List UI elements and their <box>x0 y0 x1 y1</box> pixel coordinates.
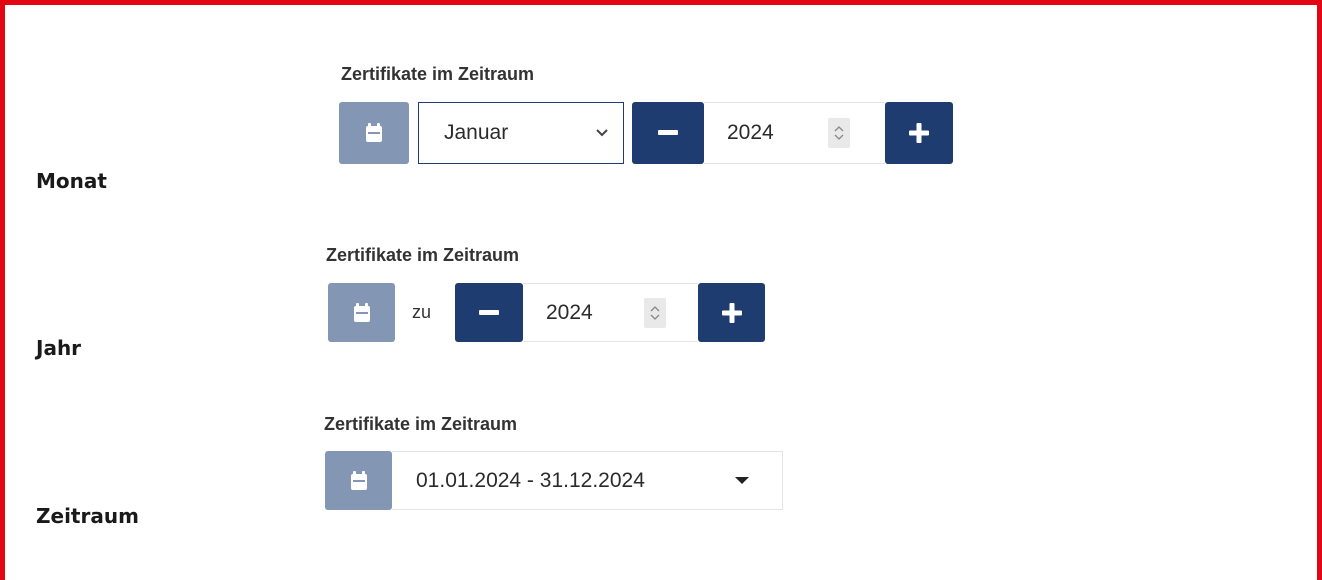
year-input-value: 2024 <box>727 121 774 144</box>
calendar-button[interactable] <box>339 102 409 164</box>
date-range-dropdown[interactable]: 01.01.2024 - 31.12.2024 <box>392 451 783 510</box>
row-label-jahr: Jahr <box>36 336 82 360</box>
year-spinner[interactable] <box>644 298 666 328</box>
calendar-icon <box>366 123 382 142</box>
row-label-zeitraum: Zeitraum <box>36 504 139 528</box>
year-spinner[interactable] <box>828 118 850 148</box>
minus-icon <box>479 309 499 315</box>
period-caption: Zertifikate im Zeitraum <box>341 64 535 84</box>
spinner-icon <box>650 306 660 320</box>
chevron-down-icon <box>596 129 608 137</box>
caret-down-icon <box>735 476 749 484</box>
year-input[interactable]: 2024 <box>523 283 698 342</box>
increment-year-button[interactable] <box>698 283 765 342</box>
month-select-value: Januar <box>444 121 509 144</box>
date-range-value: 01.01.2024 - 31.12.2024 <box>416 468 645 492</box>
month-select[interactable]: Januar <box>418 102 624 164</box>
zu-text: zu <box>412 302 432 322</box>
year-input-value: 2024 <box>546 300 593 324</box>
calendar-icon <box>353 302 370 322</box>
calendar-button[interactable] <box>328 283 395 342</box>
row-label-monat: Monat <box>36 169 107 193</box>
plus-icon <box>909 123 929 143</box>
increment-year-button[interactable] <box>885 102 953 164</box>
period-caption: Zertifikate im Zeitraum <box>326 245 520 265</box>
year-input[interactable]: 2024 <box>704 102 885 164</box>
decrement-year-button[interactable] <box>455 283 523 342</box>
period-caption: Zertifikate im Zeitraum <box>324 414 518 434</box>
calendar-icon <box>350 470 367 490</box>
plus-icon <box>721 302 742 323</box>
spinner-icon <box>834 126 844 140</box>
decrement-year-button[interactable] <box>632 102 704 164</box>
calendar-button[interactable] <box>325 451 392 510</box>
minus-icon <box>658 130 678 135</box>
